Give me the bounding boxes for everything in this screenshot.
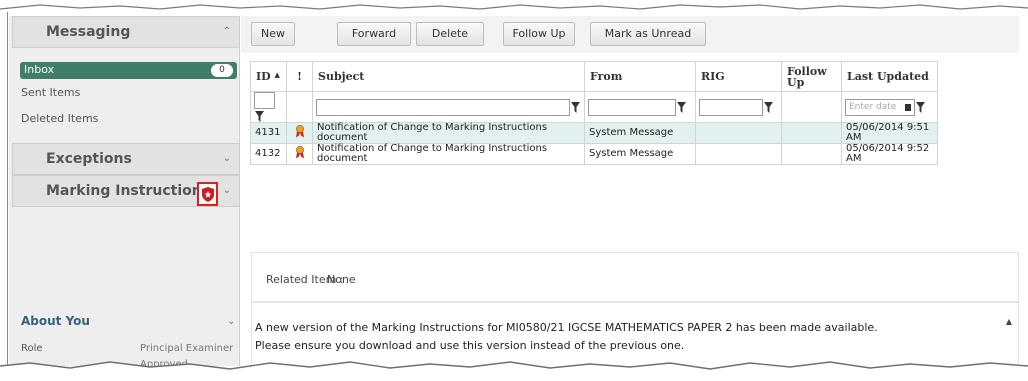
cell-rig <box>695 122 782 144</box>
table-header-row: ID ▲ ! Subject From RIG Follow Up Last U… <box>250 61 938 92</box>
cell-follow-up <box>781 122 842 144</box>
column-header-rig[interactable]: RIG <box>695 61 782 92</box>
role-value: Principal Examiner <box>140 343 234 354</box>
inbox-count-badge: 0 <box>211 64 233 77</box>
sort-asc-icon[interactable]: ▲ <box>275 70 280 79</box>
id-filter-input[interactable] <box>254 92 275 109</box>
exceptions-header[interactable]: Exceptions ⌄ <box>12 143 240 175</box>
cell-last-updated: 05/06/2014 9:51 AM <box>841 122 938 144</box>
sidebar-item-inbox[interactable]: Inbox 0 <box>20 62 237 79</box>
forward-button[interactable]: Forward <box>337 22 411 46</box>
cell-from: System Message <box>584 122 696 144</box>
sidebar-item-deleted-items[interactable]: Deleted Items <box>21 112 98 125</box>
filter-icon[interactable] <box>255 110 264 122</box>
follow-up-button[interactable]: Follow Up <box>503 22 575 46</box>
alert-shield-icon[interactable] <box>197 182 218 206</box>
inbox-label: Inbox <box>24 63 55 76</box>
filter-icon[interactable] <box>571 101 580 113</box>
torn-edge-bottom <box>0 361 1028 381</box>
cell-id: 4132 <box>250 143 287 165</box>
new-button[interactable]: New <box>251 22 295 46</box>
delete-button[interactable]: Delete <box>416 22 484 46</box>
message-body-line: Please ensure you download and use this … <box>255 339 685 352</box>
column-header-importance[interactable]: ! <box>286 61 313 92</box>
messages-table: ID ▲ ! Subject From RIG Follow Up Last U… <box>250 61 938 165</box>
chevron-down-icon[interactable]: ⌄ <box>223 185 231 196</box>
message-body: A new version of the Marking Instruction… <box>255 319 878 355</box>
chevron-up-icon[interactable]: ⌃ <box>223 26 231 37</box>
chevron-down-icon[interactable]: ⌄ <box>227 316 235 327</box>
column-header-from[interactable]: From <box>584 61 696 92</box>
cell-from: System Message <box>584 143 696 165</box>
table-row[interactable]: 4132 Notification of Change to Marking I… <box>250 143 938 165</box>
exceptions-title: Exceptions <box>46 151 132 167</box>
messaging-title: Messaging <box>46 24 131 40</box>
column-header-subject[interactable]: Subject <box>312 61 585 92</box>
role-label: Role <box>21 343 43 354</box>
ribbon-icon <box>286 143 313 165</box>
scroll-up-arrow-icon[interactable]: ▲ <box>1006 317 1012 326</box>
mark-as-unread-button[interactable]: Mark as Unread <box>590 22 706 46</box>
date-filter-placeholder: Enter date <box>849 101 897 112</box>
sidebar-item-sent-items[interactable]: Sent Items <box>21 86 80 99</box>
filter-icon[interactable] <box>764 101 773 113</box>
from-filter-input[interactable] <box>588 98 676 116</box>
column-header-follow-up[interactable]: Follow Up <box>781 61 842 92</box>
column-header-id[interactable]: ID ▲ <box>250 61 287 92</box>
related-item-value: None <box>327 273 356 286</box>
subject-filter-input[interactable] <box>316 98 570 116</box>
cell-subject: Notification of Change to Marking Instru… <box>312 122 585 144</box>
rig-filter-input[interactable] <box>699 98 763 116</box>
cell-id: 4131 <box>250 122 287 144</box>
torn-edge-top <box>0 0 1028 10</box>
table-row[interactable]: 4131 Notification of Change to Marking I… <box>250 122 938 144</box>
calendar-icon[interactable] <box>905 103 911 111</box>
marking-instructions-header[interactable]: Marking Instructions ⌄ <box>12 175 240 207</box>
messaging-header[interactable]: Messaging ⌃ <box>12 16 240 48</box>
cell-rig <box>695 143 782 165</box>
filter-icon[interactable] <box>916 101 925 113</box>
related-item-panel: Related Item : None <box>251 252 1019 302</box>
marking-instructions-title: Marking Instructions <box>46 183 211 199</box>
column-header-last-updated[interactable]: Last Updated <box>841 61 938 92</box>
date-filter-input[interactable]: Enter date <box>845 98 915 116</box>
message-body-line: A new version of the Marking Instruction… <box>255 321 878 334</box>
cell-subject: Notification of Change to Marking Instru… <box>312 143 585 165</box>
chevron-down-icon[interactable]: ⌄ <box>223 153 231 164</box>
ribbon-icon <box>286 122 313 144</box>
cell-follow-up <box>781 143 842 165</box>
filter-row: Enter date <box>250 91 938 123</box>
main-panel: New Forward Delete Follow Up Mark as Unr… <box>241 16 1019 372</box>
toolbar: New Forward Delete Follow Up Mark as Unr… <box>241 16 1019 53</box>
cell-last-updated: 05/06/2014 9:52 AM <box>841 143 938 165</box>
filter-icon[interactable] <box>677 101 686 113</box>
about-you-title[interactable]: About You <box>21 314 90 328</box>
sidebar: Messaging ⌃ Inbox 0 Sent Items Deleted I… <box>9 16 240 370</box>
